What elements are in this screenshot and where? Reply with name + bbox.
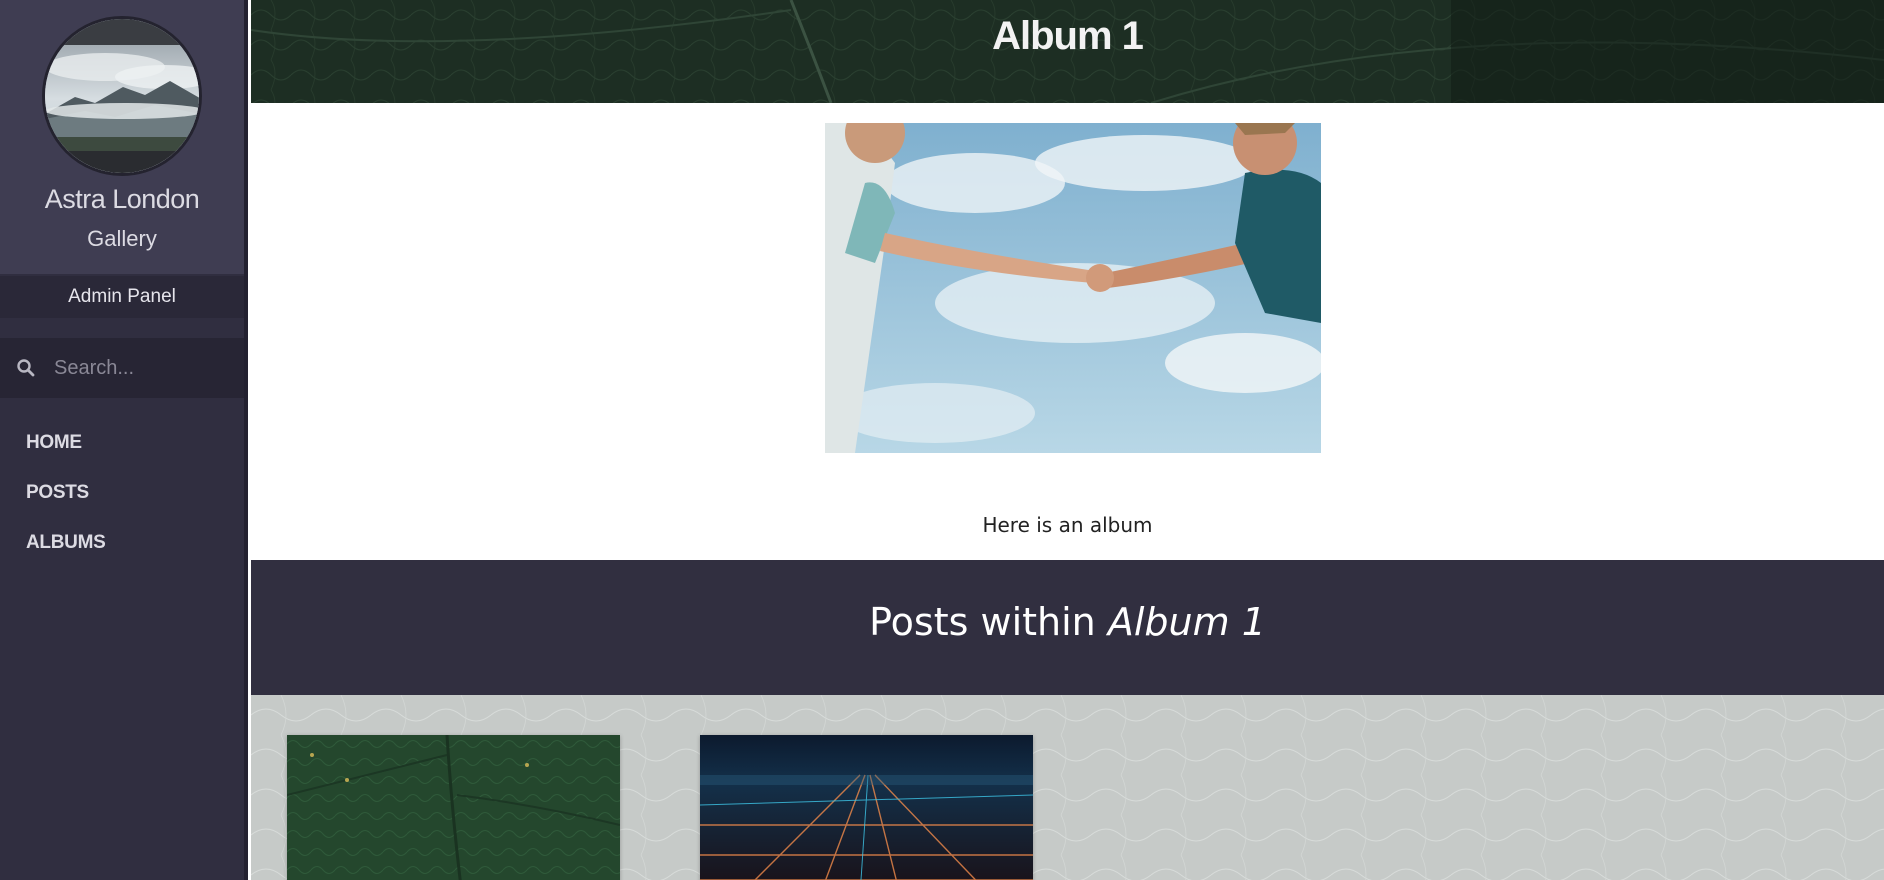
mountain-landscape-image: [45, 19, 199, 173]
album-cover-image[interactable]: [825, 123, 1321, 453]
album-description: Here is an album: [982, 513, 1153, 537]
avatar[interactable]: [42, 16, 202, 176]
profile-name: Astra London: [44, 184, 200, 214]
posts-section-title: Posts within Album 1: [251, 600, 1884, 644]
admin-panel-link[interactable]: Admin Panel: [0, 276, 244, 318]
search-icon: [17, 359, 35, 377]
posts-grid: [251, 695, 1884, 880]
sidebar-nav: HOME POSTS ALBUMS: [26, 428, 106, 578]
nav-item-posts[interactable]: POSTS: [26, 478, 105, 528]
post-card[interactable]: [287, 735, 620, 880]
album-hero-banner: Album 1: [251, 0, 1884, 103]
profile-panel: Astra London Gallery: [0, 0, 244, 274]
main-content: Album 1 Here is an album Posts within Al…: [251, 0, 1884, 880]
profile-subtitle: Gallery: [87, 226, 157, 251]
album-title: Album 1: [992, 14, 1144, 58]
album-body: Here is an album: [251, 103, 1884, 560]
posts-heading-prefix: Posts within: [869, 600, 1108, 644]
green-leaf-thumbnail: [287, 735, 620, 880]
post-card[interactable]: [700, 735, 1033, 880]
holding-hands-photo: [825, 123, 1321, 453]
posts-heading-album: Album 1: [1107, 600, 1266, 644]
nav-item-albums[interactable]: ALBUMS: [26, 528, 106, 578]
search-input[interactable]: [52, 350, 232, 386]
nav-item-home[interactable]: HOME: [26, 428, 105, 478]
sidebar: Astra London Gallery Admin Panel HOME PO…: [0, 0, 248, 880]
city-lights-thumbnail: [700, 735, 1033, 880]
posts-section-header: Posts within Album 1: [251, 560, 1884, 695]
search-bar: [0, 338, 244, 398]
